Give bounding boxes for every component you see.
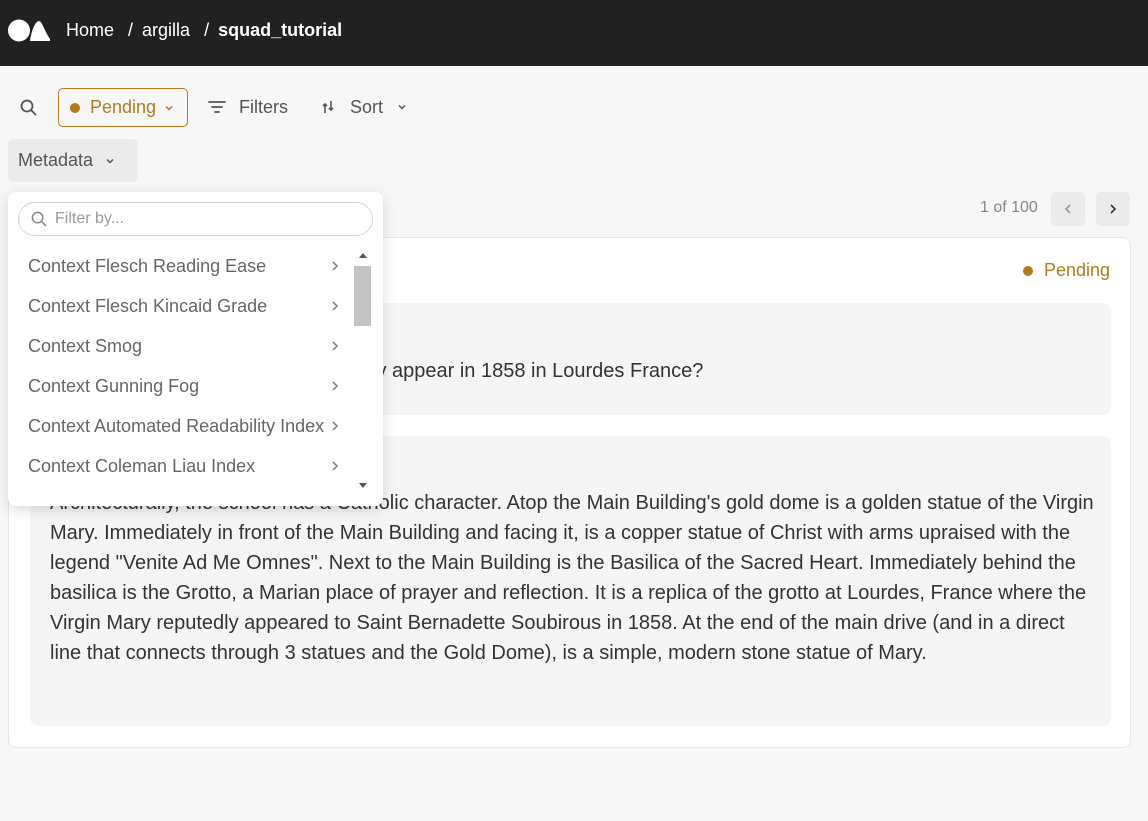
previous-record-button[interactable] — [1051, 192, 1085, 226]
chevron-left-icon — [1064, 204, 1071, 214]
metadata-item-label: Context Smog — [28, 335, 143, 356]
scroll-down-icon[interactable] — [358, 481, 368, 489]
chevron-right-icon — [332, 421, 338, 431]
filters-label: Filters — [239, 96, 288, 117]
logo-icon[interactable] — [8, 18, 50, 43]
scrollbar-thumb[interactable] — [354, 266, 371, 326]
breadcrumb-separator: / — [128, 20, 134, 40]
status-filter-button[interactable]: Pending — [58, 88, 188, 127]
status-filter-label: Pending — [90, 97, 157, 117]
metadata-label: Metadata — [18, 150, 94, 170]
record-status-badge: Pending — [1022, 260, 1110, 281]
metadata-filter-button[interactable]: Metadata — [8, 139, 138, 182]
metadata-item[interactable]: Context Flesch Reading Ease — [8, 246, 353, 286]
sort-icon — [322, 101, 334, 113]
chevron-right-icon — [1110, 204, 1117, 214]
breadcrumb-workspace[interactable]: argilla — [142, 20, 190, 41]
record-status-label: Pending — [1043, 260, 1110, 280]
breadcrumb-dataset: squad_tutorial — [218, 20, 343, 40]
metadata-item-label: Context Gunning Fog — [28, 375, 200, 396]
chevron-right-icon — [332, 461, 338, 471]
metadata-item[interactable]: Context Coleman Liau Index — [8, 446, 353, 486]
metadata-list: Context Flesch Reading Ease Context Fles… — [8, 246, 353, 491]
next-record-button[interactable] — [1096, 192, 1130, 226]
breadcrumb: Home / argilla / squad_tutorial — [66, 20, 342, 41]
metadata-item[interactable]: Context Flesch Kincaid Grade — [8, 286, 353, 326]
metadata-dropdown: Context Flesch Reading Ease Context Fles… — [8, 192, 383, 506]
metadata-scrollbar[interactable] — [353, 246, 373, 495]
filters-button[interactable]: Filters — [208, 93, 288, 121]
metadata-search-box — [18, 202, 373, 236]
metadata-item[interactable]: Context Gunning Fog — [8, 366, 353, 406]
chevron-right-icon — [332, 341, 338, 351]
metadata-item[interactable]: Context Automated Readability Index — [8, 406, 353, 446]
metadata-item-label: Context Coleman Liau Index — [28, 455, 256, 476]
chevron-right-icon — [332, 301, 338, 311]
status-dot-icon — [1022, 265, 1033, 276]
search-button[interactable] — [14, 93, 42, 121]
chevron-down-icon — [398, 104, 406, 110]
metadata-item[interactable]: Context Smog — [8, 326, 353, 366]
chevron-right-icon — [332, 261, 338, 271]
scroll-up-icon[interactable] — [358, 252, 368, 260]
chevron-down-icon — [106, 158, 114, 164]
filter-icon — [208, 101, 226, 113]
metadata-item-label: Context Flesch Reading Ease — [28, 255, 267, 276]
pagination-text: 1 of 100 — [980, 199, 1038, 216]
metadata-item-label: Context Flesch Kincaid Grade — [28, 295, 268, 316]
breadcrumb-home[interactable]: Home — [66, 20, 114, 41]
search-icon — [20, 99, 36, 115]
context-field-text: Architecturally, the school has a Cathol… — [50, 492, 1094, 664]
breadcrumb-separator: / — [204, 20, 210, 40]
metadata-item-label: Context Automated Readability Index — [28, 415, 325, 436]
sort-label: Sort — [350, 96, 384, 117]
search-icon — [31, 211, 47, 227]
metadata-search-input[interactable] — [55, 210, 355, 228]
top-bar: Home / argilla / squad_tutorial — [0, 0, 1148, 66]
chevron-down-icon — [165, 105, 173, 111]
status-dot-icon — [70, 102, 80, 113]
sort-button[interactable]: Sort — [322, 93, 407, 121]
chevron-right-icon — [332, 381, 338, 391]
